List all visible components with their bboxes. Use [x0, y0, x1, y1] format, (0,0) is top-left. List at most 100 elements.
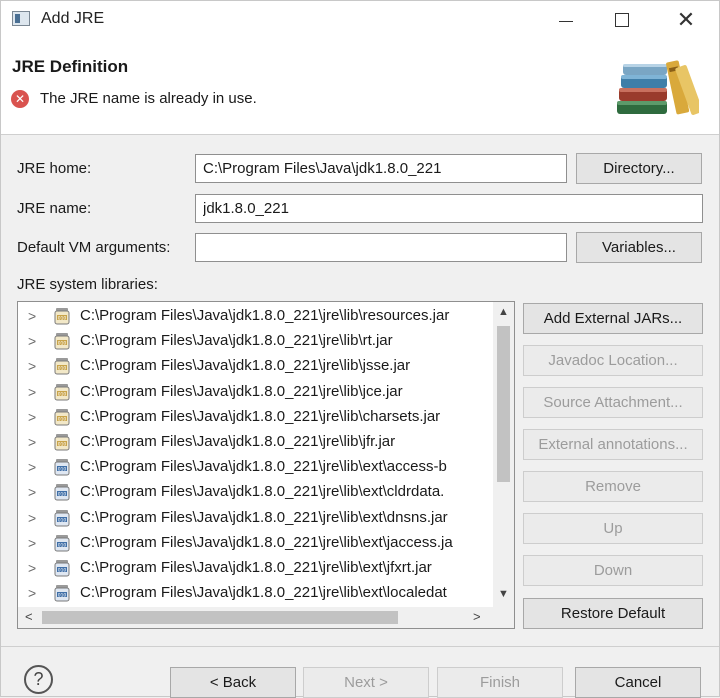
chevron-right-icon[interactable]: >: [28, 308, 36, 324]
library-row[interactable]: >010 C:\Program Files\Java\jdk1.8.0_221\j…: [18, 531, 494, 556]
vm-args-input[interactable]: [195, 233, 567, 262]
minimize-icon: [559, 20, 573, 22]
svg-text:010: 010: [58, 466, 67, 472]
chevron-right-icon[interactable]: >: [28, 358, 36, 374]
library-row[interactable]: >010 C:\Program Files\Java\jdk1.8.0_221\j…: [18, 455, 494, 480]
chevron-right-icon[interactable]: >: [28, 510, 36, 526]
library-path: C:\Program Files\Java\jdk1.8.0_221\jre\l…: [80, 483, 445, 501]
svg-text:010: 010: [58, 391, 67, 397]
library-row[interactable]: >010 C:\Program Files\Java\jdk1.8.0_221\j…: [18, 304, 494, 329]
library-list[interactable]: >010 C:\Program Files\Java\jdk1.8.0_221\j…: [17, 301, 515, 629]
books-icon: [617, 60, 699, 115]
close-icon: ✕: [676, 7, 696, 32]
svg-text:010: 010: [58, 542, 67, 548]
variables-button[interactable]: Variables...: [576, 232, 702, 263]
maximize-icon: [615, 13, 629, 27]
jre-home-input[interactable]: [195, 154, 567, 183]
library-path: C:\Program Files\Java\jdk1.8.0_221\jre\l…: [80, 584, 447, 602]
svg-text:010: 010: [58, 416, 67, 422]
jar-icon: 010: [54, 560, 70, 577]
minimize-button[interactable]: [541, 1, 591, 39]
dialog-header: JRE Definition ✕ The JRE name is already…: [1, 39, 719, 135]
svg-text:010: 010: [58, 366, 67, 372]
scroll-up-icon[interactable]: ▲: [493, 306, 514, 318]
library-row[interactable]: >010 C:\Program Files\Java\jdk1.8.0_221\j…: [18, 556, 494, 581]
restore-default-button[interactable]: Restore Default: [523, 598, 703, 629]
chevron-right-icon[interactable]: >: [28, 459, 36, 475]
library-path: C:\Program Files\Java\jdk1.8.0_221\jre\l…: [80, 458, 447, 476]
source-attachment-button[interactable]: Source Attachment...: [523, 387, 703, 418]
footer-divider: [1, 646, 719, 647]
chevron-right-icon[interactable]: >: [28, 585, 36, 601]
jar-icon: 010: [54, 484, 70, 501]
title-bar: Add JRE ✕: [1, 1, 719, 39]
jar-icon: 010: [54, 585, 70, 602]
javadoc-location-button[interactable]: Javadoc Location...: [523, 345, 703, 376]
svg-text:010: 010: [58, 517, 67, 523]
header-title: JRE Definition: [12, 57, 129, 76]
scroll-left-icon[interactable]: <: [25, 609, 33, 624]
library-row[interactable]: >010 C:\Program Files\Java\jdk1.8.0_221\j…: [18, 405, 494, 430]
add-jre-dialog: Add JRE ✕ JRE Definition ✕ The JRE name …: [0, 0, 720, 698]
library-path: C:\Program Files\Java\jdk1.8.0_221\jre\l…: [80, 382, 403, 400]
library-row[interactable]: >010 C:\Program Files\Java\jdk1.8.0_221\j…: [18, 354, 494, 379]
svg-text:010: 010: [58, 441, 67, 447]
up-button[interactable]: Up: [523, 513, 703, 544]
library-row[interactable]: >010 C:\Program Files\Java\jdk1.8.0_221\j…: [18, 581, 494, 606]
add-external-jars-button[interactable]: Add External JARs...: [523, 303, 703, 334]
jre-name-input[interactable]: [195, 194, 703, 223]
finish-button[interactable]: Finish: [437, 667, 563, 698]
jar-icon: 010: [54, 358, 70, 375]
library-row[interactable]: >010 C:\Program Files\Java\jdk1.8.0_221\j…: [18, 506, 494, 531]
horizontal-scroll-thumb[interactable]: [42, 611, 398, 624]
window-title: Add JRE: [41, 10, 105, 27]
library-row[interactable]: >010 C:\Program Files\Java\jdk1.8.0_221\j…: [18, 430, 494, 455]
library-row[interactable]: >010 C:\Program Files\Java\jdk1.8.0_221\j…: [18, 480, 494, 505]
scroll-down-icon[interactable]: ▼: [493, 588, 514, 600]
vertical-scrollbar[interactable]: ▲ ▼: [493, 302, 514, 608]
close-button[interactable]: ✕: [661, 1, 711, 39]
directory-button[interactable]: Directory...: [576, 153, 702, 184]
library-path: C:\Program Files\Java\jdk1.8.0_221\jre\l…: [80, 533, 453, 551]
horizontal-scrollbar[interactable]: < >: [18, 607, 514, 628]
down-button[interactable]: Down: [523, 555, 703, 586]
scroll-right-icon[interactable]: >: [473, 609, 481, 624]
maximize-button[interactable]: [597, 1, 647, 39]
chevron-right-icon[interactable]: >: [28, 434, 36, 450]
next-button[interactable]: Next >: [303, 667, 429, 698]
vm-args-label: Default VM arguments:: [17, 239, 171, 256]
jar-icon: 010: [54, 408, 70, 426]
chevron-right-icon[interactable]: >: [28, 560, 36, 576]
jar-icon: 010: [54, 459, 70, 476]
remove-button[interactable]: Remove: [523, 471, 703, 502]
svg-text:010: 010: [58, 315, 67, 321]
chevron-right-icon[interactable]: >: [28, 484, 36, 500]
library-path: C:\Program Files\Java\jdk1.8.0_221\jre\l…: [80, 559, 432, 576]
jar-icon: 010: [54, 333, 70, 350]
chevron-right-icon[interactable]: >: [28, 409, 36, 425]
svg-text:010: 010: [58, 567, 67, 573]
library-path: C:\Program Files\Java\jdk1.8.0_221\jre\l…: [80, 357, 411, 375]
vertical-scroll-thumb[interactable]: [497, 326, 510, 482]
library-path: C:\Program Files\Java\jdk1.8.0_221\jre\l…: [80, 332, 393, 350]
chevron-right-icon[interactable]: >: [28, 384, 36, 400]
libraries-label: JRE system libraries:: [17, 276, 158, 293]
library-path: C:\Program Files\Java\jdk1.8.0_221\jre\l…: [80, 407, 441, 425]
library-row[interactable]: >010 C:\Program Files\Java\jdk1.8.0_221\j…: [18, 329, 494, 354]
external-annotations-button[interactable]: External annotations...: [523, 429, 703, 460]
jar-icon: 010: [54, 509, 70, 527]
window-icon: [12, 11, 30, 26]
back-button[interactable]: < Back: [170, 667, 296, 698]
cancel-button[interactable]: Cancel: [575, 667, 701, 698]
chevron-right-icon[interactable]: >: [28, 535, 36, 551]
help-icon[interactable]: ?: [24, 665, 53, 694]
library-path: C:\Program Files\Java\jdk1.8.0_221\jre\l…: [80, 307, 450, 324]
jre-home-label: JRE home:: [17, 160, 92, 177]
library-row[interactable]: >010 C:\Program Files\Java\jdk1.8.0_221\j…: [18, 380, 494, 405]
jar-icon: 010: [54, 534, 70, 552]
error-icon: ✕: [11, 90, 29, 108]
svg-text:010: 010: [58, 340, 67, 346]
chevron-right-icon[interactable]: >: [28, 333, 36, 349]
library-path: C:\Program Files\Java\jdk1.8.0_221\jre\l…: [80, 433, 396, 450]
jar-icon: 010: [54, 383, 70, 401]
